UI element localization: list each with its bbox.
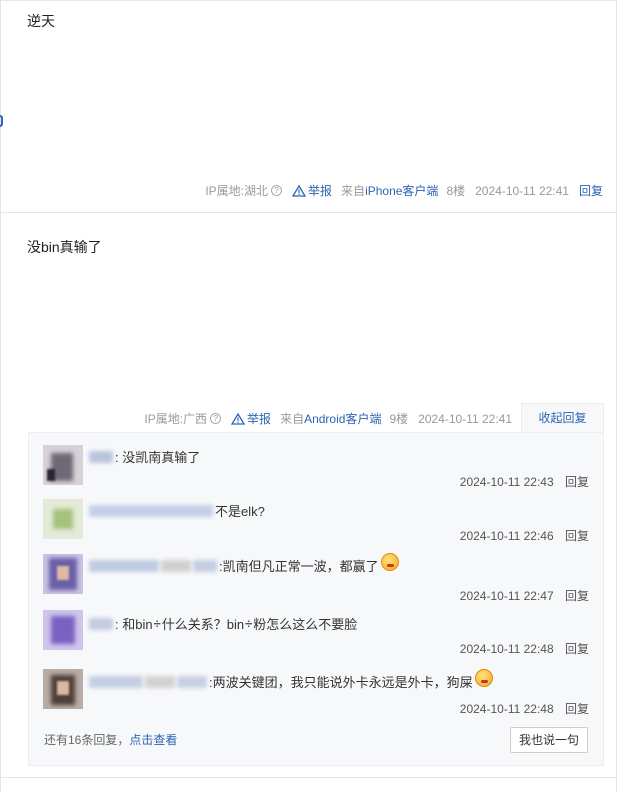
ip-location: IP属地:广西 (144, 412, 208, 426)
sub-reply-text: :凯南但凡正常一波，都赢了 (219, 559, 379, 574)
add-comment-button[interactable]: 我也说一句 (510, 727, 588, 753)
sub-reply-meta: 2024-10-11 22:48 回复 (460, 640, 589, 657)
ip-location: IP属地:湖北 (205, 184, 269, 198)
username-part (193, 559, 217, 572)
report-label: 举报 (308, 184, 333, 198)
sub-reply-content: :两波关键团，我只能说外卡永远是外卡，狗屎 (89, 668, 493, 691)
post-source: 来自Android客户端 (280, 410, 381, 427)
post-time: 2024-10-11 22:41 (418, 411, 512, 426)
sub-reply-text: 不是elk? (215, 504, 265, 519)
sub-reply-time: 2024-10-11 22:48 (459, 702, 554, 716)
username[interactable] (89, 450, 113, 463)
post-source: 来自iPhone客户端 (341, 182, 438, 199)
client-link[interactable]: iPhone客户端 (365, 184, 438, 198)
post-content: 逆天 (27, 13, 55, 29)
sub-reply-time: 2024-10-11 22:46 (459, 529, 554, 543)
username[interactable] (89, 617, 113, 630)
sub-reply-text: : 没凯南真输了 (115, 450, 201, 465)
emoji-icon (474, 668, 493, 687)
collapse-replies-button[interactable]: 收起回复 (521, 403, 604, 433)
sub-reply-reply-link[interactable]: 回复 (565, 589, 589, 603)
sub-reply: :凯南但凡正常一波，都赢了 2024-10-11 22:47 回复 (29, 551, 605, 605)
sub-reply-reply-link[interactable]: 回复 (565, 702, 589, 716)
emoji-icon (380, 552, 399, 571)
post-content: 没bin真输了 (27, 239, 102, 255)
avatar[interactable] (43, 669, 83, 709)
report-label: 举报 (247, 412, 272, 426)
divide-icon: ÷ (245, 616, 253, 631)
floor-number: 8楼 (446, 184, 466, 198)
sub-reply-time: 2024-10-11 22:47 (459, 589, 554, 603)
username[interactable] (89, 675, 143, 688)
report-link[interactable]: 举报 (292, 182, 332, 199)
post-meta: IP属地:湖北 ? 举报 来自iPhone客户端 8楼 2024-10-11 2… (205, 182, 603, 199)
question-icon[interactable]: ? (271, 185, 283, 196)
sub-reply-meta: 2024-10-11 22:48 回复 (460, 700, 589, 717)
right-border (616, 0, 617, 792)
more-replies-text: 还有16条回复， (44, 733, 130, 747)
more-replies: 还有16条回复，点击查看 (44, 731, 177, 748)
sub-reply: : 没凯南真输了 2024-10-11 22:43 回复 (29, 443, 605, 497)
sub-reply-meta: 2024-10-11 22:43 回复 (460, 473, 589, 490)
avatar[interactable] (43, 554, 83, 594)
sub-reply-content: 不是elk? (89, 501, 265, 520)
sub-reply-text: :两波关键团，我只能说外卡永远是外卡，狗屎 (209, 675, 473, 690)
sub-reply-content: :凯南但凡正常一波，都赢了 (89, 552, 399, 575)
sub-reply: 不是elk? 2024-10-11 22:46 回复 (29, 497, 605, 551)
avatar[interactable] (43, 445, 83, 485)
warning-icon (231, 412, 246, 425)
sub-reply-time: 2024-10-11 22:48 (459, 642, 554, 656)
post-meta: IP属地:广西 ? 举报 来自Android客户端 9楼 2024-10-11 … (144, 410, 522, 427)
post-floor-9: 没bin真输了 IP属地:广西 ? 举报 来自Android客户端 9楼 202… (1, 214, 616, 778)
report-link[interactable]: 举报 (231, 410, 271, 427)
sub-reply-meta: 2024-10-11 22:46 回复 (460, 527, 589, 544)
username-part (145, 675, 175, 688)
sub-reply-reply-link[interactable]: 回复 (565, 529, 589, 543)
username-part (177, 675, 207, 688)
sub-reply-text-c: 粉怎么这么不要脸 (253, 617, 358, 632)
reply-link[interactable]: 回复 (579, 182, 603, 199)
sub-reply-text-b: 什么关系？bin (161, 617, 245, 632)
sub-reply-reply-link[interactable]: 回复 (565, 475, 589, 489)
source-prefix: 来自 (341, 184, 366, 198)
floor-number: 9楼 (389, 412, 409, 426)
sub-reply-text-a: : 和bin (115, 617, 153, 632)
sub-reply: :两波关键团，我只能说外卡永远是外卡，狗屎 2024-10-11 22:48 回… (29, 664, 605, 718)
divide-icon: ÷ (153, 616, 161, 631)
question-icon[interactable]: ? (210, 413, 222, 424)
client-link[interactable]: Android客户端 (304, 412, 381, 426)
username[interactable] (89, 559, 159, 572)
username[interactable] (89, 504, 213, 517)
sub-reply: : 和bin ÷ 什么关系？bin ÷ 粉怎么这么不要脸 2024-10-11 … (29, 610, 605, 664)
view-more-link[interactable]: 点击查看 (129, 733, 177, 747)
sub-reply-panel: : 没凯南真输了 2024-10-11 22:43 回复 不是elk? 2024… (28, 432, 604, 766)
post-floor-8: 逆天 IP属地:湖北 ? 举报 来自iPhone客户端 8楼 2024-10-1… (1, 1, 616, 213)
avatar[interactable] (43, 610, 83, 650)
source-prefix: 来自 (280, 412, 305, 426)
sub-reply-meta: 2024-10-11 22:47 回复 (460, 587, 589, 604)
sub-reply-time: 2024-10-11 22:43 (459, 475, 554, 489)
warning-icon (292, 184, 307, 197)
sub-reply-content: : 和bin ÷ 什么关系？bin ÷ 粉怎么这么不要脸 (89, 614, 357, 633)
post-time: 2024-10-11 22:41 (475, 183, 569, 198)
sub-reply-reply-link[interactable]: 回复 (565, 642, 589, 656)
avatar[interactable] (43, 499, 83, 539)
username-part (161, 559, 191, 572)
sub-reply-content: : 没凯南真输了 (89, 447, 200, 466)
